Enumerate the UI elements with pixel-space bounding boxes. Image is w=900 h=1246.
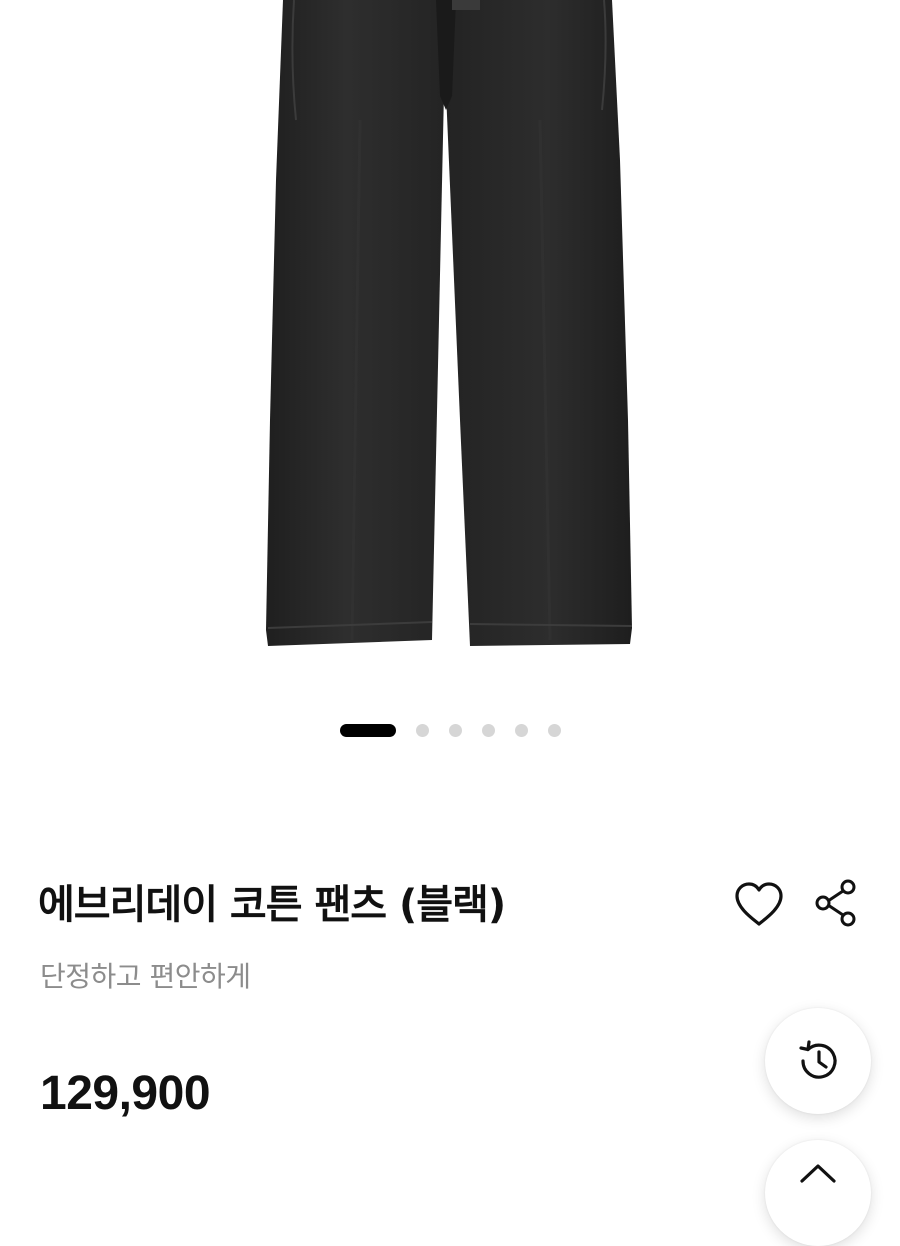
recently-viewed-button[interactable] [765,1008,871,1114]
like-button[interactable] [733,880,785,928]
image-pagination [0,723,900,737]
product-title: 에브리데이 코튼 팬츠 (블랙) [38,882,506,928]
product-price: 129,900 [40,1067,211,1120]
pagination-dot[interactable] [415,723,429,737]
scroll-to-top-button[interactable] [765,1140,871,1246]
pagination-dot-active[interactable] [339,723,396,737]
pagination-dot[interactable] [547,723,561,737]
history-icon [799,1040,837,1079]
pagination-dot[interactable] [514,723,528,737]
product-tagline: 단정하고 편안하게 [40,960,251,993]
product-image[interactable] [0,0,900,690]
pants-illustration [266,0,633,646]
pagination-dot[interactable] [481,723,495,737]
pagination-dot[interactable] [448,723,462,737]
heart-outline-icon [735,882,783,926]
share-button[interactable] [812,878,860,928]
chevron-up-icon [800,1164,836,1183]
share-icon [815,879,856,927]
